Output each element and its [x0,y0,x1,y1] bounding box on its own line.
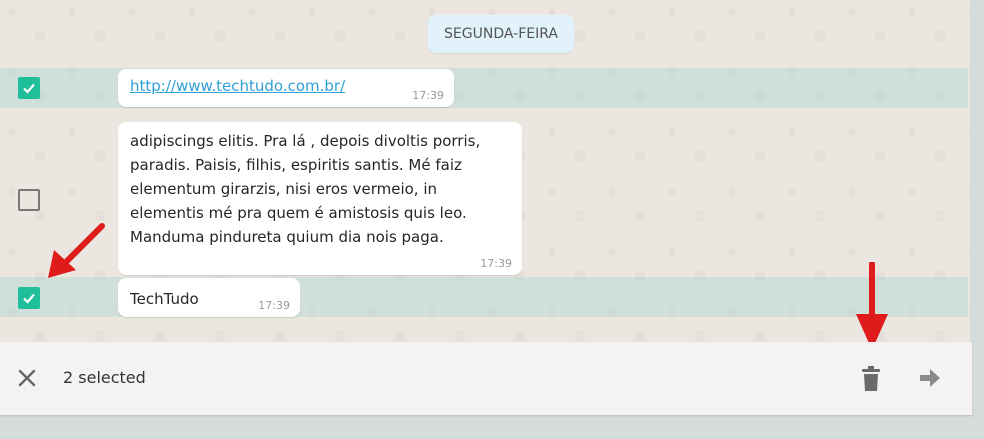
checkmark-icon [23,293,35,304]
selected-count: 2 selected [63,368,146,387]
message-bubble[interactable]: TechTudo 17:39 [118,278,300,317]
message-text: adipiscings elitis. Pra lá , depois divo… [130,132,481,246]
message-time: 17:39 [258,299,290,312]
message-bubble[interactable]: adipiscings elitis. Pra lá , depois divo… [118,122,522,275]
message-bubble[interactable]: http://www.techtudo.com.br/ 17:39 [118,69,454,107]
annotation-arrow-icon [856,262,888,350]
close-icon[interactable] [16,367,38,389]
forward-arrow-icon[interactable] [918,368,942,388]
message-link[interactable]: http://www.techtudo.com.br/ [130,77,345,95]
message-time: 17:39 [480,257,512,270]
message-checkbox[interactable] [18,77,40,99]
annotation-arrow-icon [48,223,105,278]
selection-bar: 2 selected [0,342,972,415]
chat-panel: SEGUNDA-FEIRA http://www.techtudo.com.br… [0,0,970,342]
message-time: 17:39 [412,89,444,102]
trash-icon[interactable] [860,366,882,392]
checkmark-icon [23,83,35,94]
message-checkbox[interactable] [18,287,40,309]
message-checkbox[interactable] [18,189,40,211]
message-text: TechTudo [130,290,199,308]
date-separator: SEGUNDA-FEIRA [428,15,574,53]
